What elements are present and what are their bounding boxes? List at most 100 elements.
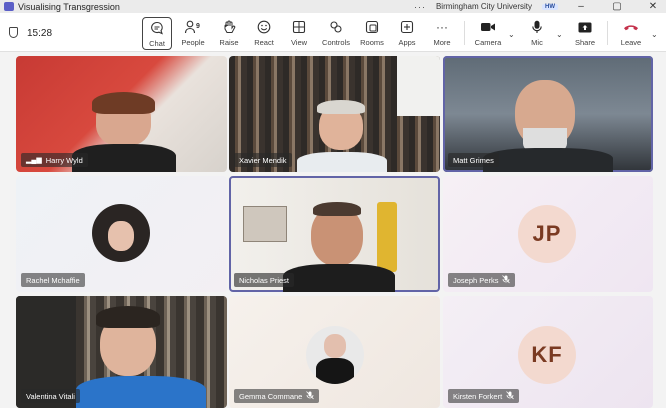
rooms-label: Rooms bbox=[360, 38, 384, 47]
share-screen-icon bbox=[576, 19, 594, 35]
participant-avatar bbox=[92, 204, 150, 262]
participant-name: Nicholas Priest bbox=[239, 275, 290, 285]
participant-name-tag: ▂▄▆ Harry Wyld bbox=[21, 153, 88, 167]
participant-name: Rachel Mchaffie bbox=[26, 275, 80, 285]
camera-options-chevron-icon[interactable]: ⌄ bbox=[508, 30, 515, 39]
chat-button[interactable]: Chat bbox=[142, 17, 172, 50]
leave-label: Leave bbox=[620, 38, 642, 47]
participant-tile[interactable]: JP Joseph Perks bbox=[443, 176, 653, 292]
camera-label: Camera bbox=[474, 38, 502, 47]
participant-name-tag: Valentina Vitali bbox=[21, 389, 80, 403]
participant-tile[interactable]: Rachel Mchaffie bbox=[16, 176, 227, 292]
account-avatar[interactable]: HW bbox=[542, 3, 558, 10]
window-title: Visualising Transgression bbox=[18, 1, 120, 12]
participant-video-hair bbox=[313, 202, 361, 216]
participant-video-hair bbox=[92, 92, 155, 114]
people-icon: 9 bbox=[184, 19, 202, 35]
participant-name: Matt Grimes bbox=[453, 155, 494, 165]
grid-view-icon bbox=[290, 19, 308, 35]
participant-video-frame-picture bbox=[243, 206, 287, 242]
mic-muted-icon bbox=[306, 390, 315, 402]
close-icon[interactable]: ✕ bbox=[640, 1, 666, 12]
participant-name-tag: Joseph Perks bbox=[448, 273, 516, 287]
participant-avatar bbox=[306, 326, 364, 384]
camera-icon bbox=[479, 19, 497, 35]
participant-video-hair bbox=[317, 100, 365, 114]
apps-label: Apps bbox=[398, 38, 416, 47]
signal-bars-icon: ▂▄▆ bbox=[26, 157, 42, 164]
share-button[interactable]: Share bbox=[570, 19, 600, 49]
participant-name-tag: Kirsten Forkert bbox=[448, 389, 520, 403]
participant-name: Joseph Perks bbox=[453, 275, 499, 285]
mic-muted-icon bbox=[506, 390, 514, 402]
participant-video-background-window bbox=[397, 56, 440, 116]
participant-initials: JP bbox=[532, 221, 562, 246]
participant-video-poster bbox=[377, 202, 397, 272]
participant-tile[interactable]: Xavier Mendik bbox=[229, 56, 440, 172]
mic-label: Mic bbox=[531, 38, 543, 47]
leave-options-chevron-icon[interactable]: ⌄ bbox=[651, 30, 658, 39]
participant-name: Gemma Commane bbox=[239, 391, 303, 401]
hang-up-icon bbox=[622, 19, 640, 35]
controls-button[interactable]: Controls bbox=[319, 19, 353, 49]
toolbar-divider bbox=[464, 21, 465, 45]
title-bar: Visualising Transgression ··· Birmingham… bbox=[0, 0, 666, 13]
minimize-icon[interactable]: – bbox=[568, 1, 594, 12]
view-label: View bbox=[290, 38, 308, 47]
organization-name: Birmingham City University bbox=[435, 2, 532, 11]
participant-tile[interactable]: Valentina Vitali bbox=[16, 296, 227, 408]
mic-muted-icon bbox=[502, 274, 511, 286]
leave-button[interactable]: Leave bbox=[616, 19, 646, 49]
participant-name: Kirsten Forkert bbox=[453, 391, 503, 401]
maximize-icon[interactable]: ▢ bbox=[604, 1, 630, 12]
more-button[interactable]: ··· More bbox=[427, 19, 457, 49]
teams-logo-icon bbox=[4, 2, 14, 11]
participant-name: Harry Wyld bbox=[45, 155, 83, 165]
more-label: More bbox=[433, 38, 451, 47]
participant-name-tag: Gemma Commane bbox=[234, 389, 320, 403]
view-button[interactable]: View bbox=[284, 19, 314, 49]
controls-icon bbox=[327, 19, 345, 35]
react-label: React bbox=[254, 38, 274, 47]
rooms-icon bbox=[363, 19, 381, 35]
participant-name: Xavier Mendik bbox=[239, 155, 287, 165]
participant-name-tag: Xavier Mendik bbox=[234, 153, 292, 167]
raise-label: Raise bbox=[219, 38, 239, 47]
participant-video-body bbox=[297, 152, 387, 172]
participant-tile[interactable]: ▂▄▆ Harry Wyld bbox=[16, 56, 227, 172]
meeting-time: 15:28 bbox=[27, 28, 53, 39]
smiley-icon bbox=[255, 19, 273, 35]
participant-name: Valentina Vitali bbox=[26, 391, 75, 401]
participant-name-tag: Matt Grimes bbox=[448, 153, 499, 167]
apps-button[interactable]: Apps bbox=[392, 19, 422, 49]
camera-button[interactable]: Camera bbox=[473, 19, 503, 49]
participant-name-tag: Rachel Mchaffie bbox=[21, 273, 85, 287]
participant-video-body bbox=[483, 148, 613, 172]
chat-label: Chat bbox=[149, 39, 165, 48]
participant-video-hair bbox=[96, 306, 160, 328]
participant-tile[interactable]: Matt Grimes bbox=[443, 56, 653, 172]
toolbar-divider bbox=[607, 21, 608, 45]
microphone-icon bbox=[528, 19, 546, 35]
people-label: People bbox=[181, 38, 205, 47]
participant-name-tag: Nicholas Priest bbox=[234, 273, 295, 287]
participant-video-body bbox=[76, 376, 206, 408]
controls-label: Controls bbox=[322, 38, 350, 47]
participant-tile[interactable]: Gemma Commane bbox=[229, 296, 440, 408]
participant-tile[interactable]: Nicholas Priest bbox=[229, 176, 440, 292]
raise-hand-button[interactable]: Raise bbox=[214, 19, 244, 49]
people-button[interactable]: 9 People bbox=[178, 19, 208, 49]
participant-avatar: KF bbox=[518, 326, 576, 384]
react-button[interactable]: React bbox=[249, 19, 279, 49]
more-options-icon[interactable]: ··· bbox=[414, 2, 426, 12]
mic-options-chevron-icon[interactable]: ⌄ bbox=[556, 30, 563, 39]
hand-icon bbox=[220, 19, 238, 35]
add-apps-icon bbox=[398, 19, 416, 35]
participant-tile[interactable]: KF Kirsten Forkert bbox=[443, 296, 653, 408]
mic-button[interactable]: Mic bbox=[522, 19, 552, 49]
share-label: Share bbox=[574, 38, 595, 47]
chat-icon bbox=[148, 20, 166, 36]
shield-icon bbox=[9, 27, 18, 38]
rooms-button[interactable]: Rooms bbox=[357, 19, 387, 49]
people-count: 9 bbox=[196, 23, 200, 30]
